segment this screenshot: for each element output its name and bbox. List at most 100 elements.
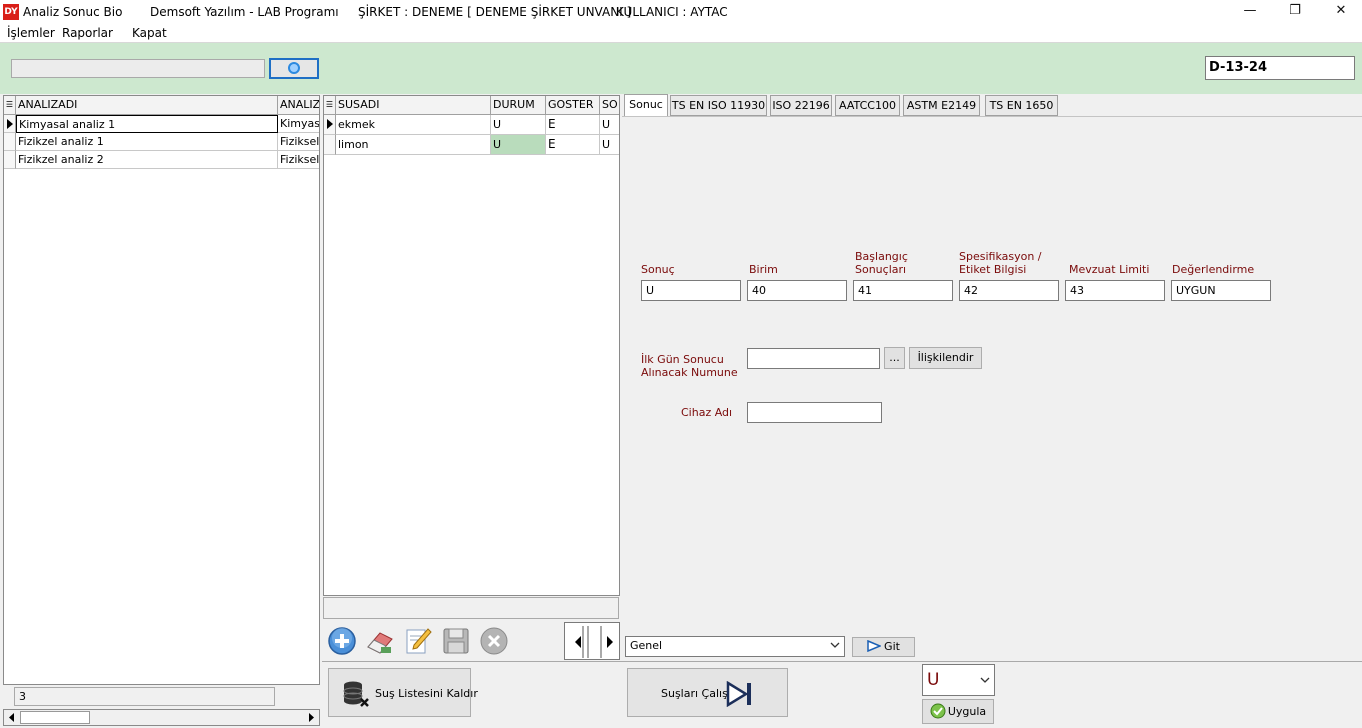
record-navigator[interactable] (564, 622, 620, 660)
ilk-gun-label-line1: İlk Gün Sonucu (641, 353, 724, 366)
genel-select-value: Genel (630, 639, 663, 652)
cihaz-label: Cihaz Adı (681, 406, 733, 419)
menu-kapat[interactable]: Kapat (132, 26, 167, 40)
close-button[interactable]: ✕ (1318, 0, 1362, 24)
add-record-button[interactable] (326, 625, 358, 657)
previous-icon[interactable] (575, 636, 581, 648)
table-cell[interactable]: E (546, 135, 600, 155)
table-cell[interactable]: limon (336, 135, 491, 155)
row-indicator (324, 115, 336, 135)
sus-listesi-kaldir-label: Suş Listesini Kaldır (375, 687, 478, 700)
git-button[interactable]: Git (852, 637, 915, 657)
save-record-button[interactable] (440, 625, 472, 657)
uygula-label: Uygula (947, 705, 987, 718)
next-icon[interactable] (607, 636, 613, 648)
sus-listesi-kaldir-button[interactable]: Suş Listesini Kaldır (328, 668, 478, 717)
search-input[interactable] (11, 59, 265, 78)
birim-field[interactable]: 40 (747, 280, 847, 301)
refresh-button[interactable] (269, 58, 319, 79)
genel-select[interactable]: Genel (625, 636, 845, 657)
table-cell[interactable]: U (600, 135, 619, 155)
cihaz-field[interactable] (747, 402, 882, 423)
result-select[interactable]: U (922, 664, 995, 696)
table-cell[interactable]: U (491, 115, 546, 135)
iliskilendir-button[interactable]: İlişkilendir (909, 347, 982, 369)
grid-menu-icon[interactable]: ☰ (324, 96, 336, 115)
company-info: ŞİRKET : DENEME [ DENEME ŞİRKET UNVANI ] (358, 5, 632, 19)
table-cell[interactable]: Fiziksel (278, 133, 319, 151)
baslangic-label-line2: Sonuçları (855, 263, 907, 276)
table-cell[interactable]: E (546, 115, 600, 135)
suslari-calis-button[interactable]: Suşları Çalış (627, 668, 788, 717)
minimize-button[interactable]: — (1227, 0, 1273, 24)
column-header-so[interactable]: SO (600, 96, 619, 115)
database-remove-icon (343, 681, 369, 707)
table-cell[interactable]: U (491, 135, 546, 155)
column-header-susadi[interactable]: SUSADI (336, 96, 491, 115)
tab-ts-en-1650[interactable]: TS EN 1650 (985, 95, 1058, 116)
grid-status-strip (323, 597, 619, 619)
table-cell[interactable]: ekmek (336, 115, 491, 135)
ilk-gun-field[interactable] (747, 348, 880, 369)
column-header-analiz[interactable]: ANALIZ (278, 96, 319, 115)
column-header-durum[interactable]: DURUM (491, 96, 546, 115)
table-cell[interactable]: Fiziksel (278, 151, 319, 169)
cancel-icon (480, 627, 508, 655)
column-header-goster[interactable]: GOSTER (546, 96, 600, 115)
company-label: Demsoft Yazılım - LAB Programı (150, 5, 339, 19)
tab-sonuc[interactable]: Sonuc (624, 94, 668, 117)
row-indicator (4, 115, 16, 133)
refresh-icon (288, 62, 300, 74)
eraser-icon (367, 632, 393, 654)
chevron-down-icon (980, 676, 990, 687)
menu-bar: İşlemler Raporlar Kapat (0, 24, 1362, 43)
horizontal-scrollbar[interactable] (3, 709, 320, 726)
table-cell[interactable]: Kimyasal analiz 1 (16, 115, 278, 133)
analysis-grid: ☰ ANALIZADI ANALIZ Kimyasal analiz 1 Kim… (3, 95, 320, 685)
baslangic-label-line1: Başlangıç (855, 250, 908, 263)
degerlendirme-field[interactable]: UYGUN (1171, 280, 1271, 301)
mevzuat-field[interactable]: 43 (1065, 280, 1165, 301)
row-indicator (324, 135, 336, 155)
tab-ts-en-iso-11930[interactable]: TS EN ISO 11930 (670, 95, 767, 116)
tab-iso-22196[interactable]: ISO 22196 (770, 95, 832, 116)
record-count: 3 (14, 687, 275, 706)
spesifikasyon-label-line2: Etiket Bilgisi (959, 263, 1027, 276)
sample-code-field[interactable]: D-13-24 (1205, 56, 1355, 80)
scroll-thumb[interactable] (20, 711, 90, 724)
table-cell[interactable]: U (600, 115, 619, 135)
strain-grid: ☰ SUSADI DURUM GOSTER SO ekmek U E U lim… (323, 95, 620, 596)
scroll-left-icon[interactable] (4, 710, 20, 725)
sonuc-field[interactable]: U (641, 280, 741, 301)
title-bar: DY Analiz Sonuc Bio Demsoft Yazılım - LA… (0, 0, 1362, 24)
uygula-button[interactable]: Uygula (922, 699, 994, 724)
plus-icon (328, 627, 356, 655)
clear-record-button[interactable] (364, 625, 396, 657)
grid-menu-icon[interactable]: ☰ (4, 96, 16, 115)
current-row-icon (327, 119, 333, 129)
table-cell[interactable]: Kimyasa (278, 115, 319, 133)
tab-aatcc100[interactable]: AATCC100 (835, 95, 900, 116)
menu-islemler[interactable]: İşlemler (7, 26, 55, 40)
check-icon (930, 703, 946, 719)
scroll-right-icon[interactable] (303, 710, 319, 725)
restore-button[interactable]: ❐ (1272, 0, 1318, 24)
ilk-gun-label-line2: Alınacak Numune (641, 366, 738, 379)
table-cell[interactable]: Fizikzel analiz 2 (16, 151, 278, 169)
browse-button[interactable]: ... (884, 347, 905, 369)
cancel-record-button[interactable] (478, 625, 510, 657)
git-label: Git (884, 640, 900, 653)
app-logo-icon: DY (3, 4, 19, 20)
play-icon (867, 639, 882, 653)
menu-raporlar[interactable]: Raporlar (62, 26, 113, 40)
user-info: KULLANICI : AYTAC (616, 5, 728, 19)
table-cell[interactable]: Fizikzel analiz 1 (16, 133, 278, 151)
current-row-icon (7, 119, 13, 129)
baslangic-field[interactable]: 41 (853, 280, 953, 301)
tab-astm-e2149[interactable]: ASTM E2149 (903, 95, 980, 116)
spesifikasyon-field[interactable]: 42 (959, 280, 1059, 301)
column-header-analizadi[interactable]: ANALIZADI (16, 96, 278, 115)
row-indicator (4, 151, 16, 169)
birim-label: Birim (749, 263, 778, 276)
edit-record-button[interactable] (402, 625, 434, 657)
